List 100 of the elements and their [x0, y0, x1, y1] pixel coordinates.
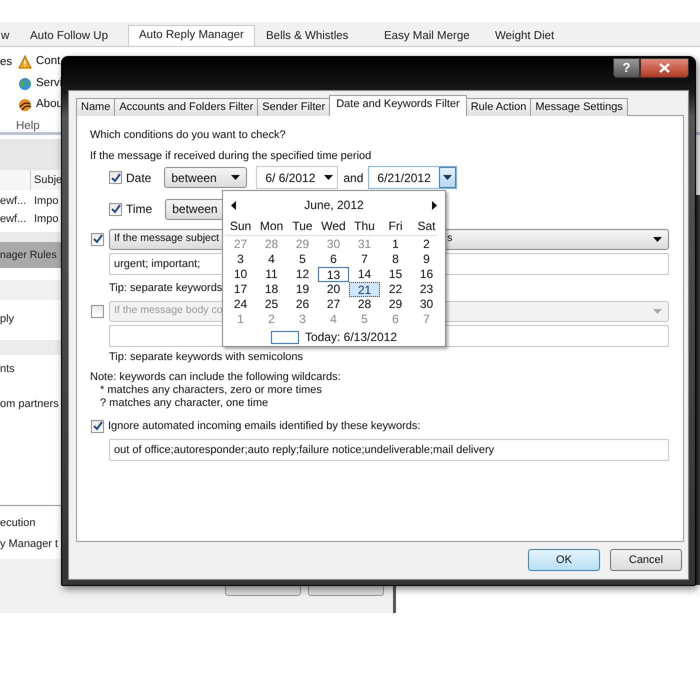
checkbox[interactable] [91, 304, 104, 318]
dropdown-button[interactable] [439, 167, 456, 188]
day-cell[interactable]: 15 [380, 267, 411, 282]
checkbox-label: Date [126, 170, 152, 186]
table-cell-text: Impo [34, 212, 58, 227]
option-text: ecution [0, 516, 36, 531]
day-cell[interactable]: 2 [411, 237, 442, 252]
day-cell[interactable]: 1 [380, 237, 411, 252]
checkbox[interactable] [91, 420, 104, 432]
checkbox[interactable] [109, 171, 122, 184]
column-header[interactable]: Subje [34, 172, 62, 188]
checkbox[interactable] [91, 232, 104, 246]
day-cell[interactable]: 9 [411, 252, 442, 267]
day-cell[interactable]: 27 [318, 297, 349, 312]
checkbox-label: Ignore automated incoming emails identified by these keywords: [108, 418, 420, 434]
table-cell-text: Impo [34, 194, 58, 209]
day-cell[interactable]: 8 [380, 252, 411, 267]
help-button[interactable]: ? [613, 58, 640, 78]
day-cell[interactable]: 28 [349, 297, 380, 312]
list-item[interactable]: nts [0, 361, 15, 378]
day-cell[interactable]: 10 [225, 267, 256, 282]
list-item[interactable]: ply [0, 311, 14, 328]
day-cell[interactable]: 22 [380, 282, 411, 297]
note-text: Note: keywords can include the following wildcards: [90, 370, 341, 385]
tab[interactable]: Name [76, 98, 116, 116]
close-button[interactable] [640, 58, 689, 78]
previous-button[interactable] [231, 200, 236, 210]
globe-icon [18, 76, 32, 91]
next-button[interactable] [432, 200, 437, 210]
day-cell[interactable]: 5 [287, 252, 318, 267]
tip-text: Tip: separate keywords [109, 281, 222, 296]
day-cell[interactable]: 19 [287, 282, 318, 297]
list-item[interactable]: om partners [0, 396, 59, 412]
warning-icon [18, 54, 32, 69]
ribbon-tab[interactable]: Easy Mail Merge [374, 27, 480, 48]
operator-select[interactable]: between [164, 167, 248, 188]
month-title[interactable]: June, 2012 [304, 196, 364, 214]
table-cell-text: ewf... [0, 194, 26, 209]
group-label: Help [16, 119, 40, 134]
day-cell[interactable]: 14 [349, 267, 380, 282]
ribbon-tab[interactable]: w [0, 27, 20, 48]
section-label: If the message if received during the specified time period [90, 149, 372, 164]
ribbon-tab[interactable]: Weight Diet [485, 27, 564, 48]
day-cell[interactable]: 24 [225, 297, 256, 312]
weekday-label: Mon [258, 219, 284, 234]
day-cell[interactable]: 30 [411, 297, 442, 312]
date-field[interactable]: 6/21/2012 [368, 166, 458, 189]
ok-button[interactable]: OK [528, 549, 600, 571]
tab[interactable]: Sender Filter [257, 98, 330, 116]
joiner-text: and [343, 170, 364, 186]
caret-icon [231, 175, 240, 180]
table-cell-text: ewf... [0, 212, 26, 227]
day-cell[interactable]: 29 [380, 297, 411, 312]
day-cell[interactable]: 6 [318, 252, 349, 267]
day-cell[interactable]: 17 [225, 282, 256, 297]
tab[interactable]: Accounts and Folders Filter [114, 98, 258, 116]
day-cell[interactable]: 21 [349, 282, 380, 297]
ribbon-tab[interactable]: Auto Follow Up [20, 27, 118, 48]
day-cell[interactable]: 11 [256, 267, 287, 282]
day-cell[interactable]: 4 [256, 252, 287, 267]
caret-icon [324, 175, 334, 180]
tab[interactable]: Rule Action [466, 98, 532, 116]
day-cell[interactable]: 18 [256, 282, 287, 297]
caret-icon [653, 236, 662, 242]
keywords-field[interactable]: out of office;autoresponder;auto reply;failure notice;undeliverable;mail delivery [109, 439, 669, 461]
ribbon-item[interactable]: es [0, 54, 12, 72]
heading-text: Which conditions do you want to check? [90, 128, 287, 143]
weekday-label: Tue [291, 219, 314, 234]
weekday-label: Sat [416, 219, 436, 234]
day-cell[interactable]: 12 [287, 267, 318, 282]
day-cell[interactable]: 3 [225, 252, 256, 267]
caret-icon [653, 308, 662, 314]
day-cell[interactable]: 20 [318, 282, 349, 297]
date-field[interactable]: 6/ 6/2012 [256, 166, 338, 189]
day-cell[interactable]: 7 [349, 252, 380, 267]
ribbon-item[interactable]: Cont [36, 53, 60, 70]
ribbon-tab[interactable]: Auto Reply Manager [128, 25, 255, 46]
caret-icon [443, 175, 452, 180]
day-cell[interactable]: 16 [411, 267, 442, 282]
day-cell[interactable]: 25 [256, 297, 287, 312]
tab[interactable]: Message Settings [530, 98, 628, 116]
day-cell[interactable]: 13 [318, 267, 349, 282]
weekday-label: Thu [353, 219, 376, 234]
cancel-button[interactable]: Cancel [610, 549, 682, 571]
checkbox-label: Time [126, 201, 152, 218]
checkbox[interactable] [109, 202, 122, 216]
day-cell[interactable]: 26 [287, 297, 318, 312]
today-marker [270, 330, 299, 344]
tab[interactable]: Date and Keywords Filter [329, 95, 467, 116]
today-button[interactable]: Today: 6/13/2012 [304, 328, 398, 346]
note-text: ? matches any character, one time [100, 396, 268, 411]
weekday-label: Sun [228, 219, 252, 234]
section-title: nager Rules [0, 248, 57, 263]
weekday-label: Fri [388, 219, 404, 234]
day-cell[interactable]: 23 [411, 282, 442, 297]
right-arrow-icon [432, 200, 437, 210]
left-arrow-icon [231, 200, 236, 210]
tip-text: Tip: separate keywords with semicolons [109, 350, 304, 365]
ribbon-tab[interactable]: Bells & Whistles [256, 27, 358, 48]
option-text: y Manager t [0, 537, 58, 552]
